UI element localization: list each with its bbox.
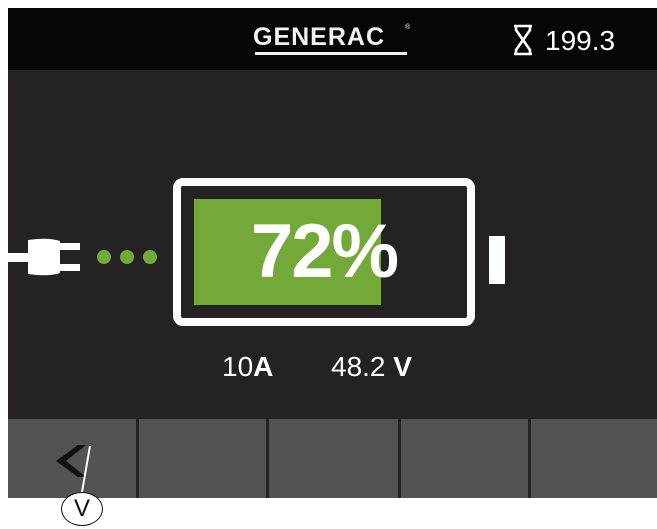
softkey-5[interactable] xyxy=(531,419,657,498)
voltage-unit: V xyxy=(393,351,412,382)
charge-dot xyxy=(143,250,157,264)
current-reading: 10A xyxy=(222,351,273,383)
voltage-value: 48.2 xyxy=(331,351,386,382)
display-screen: GENERAC ® 199.3 72% 10A 48.2 V xyxy=(8,8,657,498)
generac-logo: GENERAC ® xyxy=(253,21,413,59)
callout-label: V xyxy=(61,492,103,526)
current-unit: A xyxy=(253,351,274,382)
softkey-3[interactable] xyxy=(269,419,398,498)
runtime-value: 199.3 xyxy=(545,25,616,56)
battery-gauge: 72% xyxy=(173,178,475,326)
softkey-bar xyxy=(8,419,657,498)
softkey-4[interactable] xyxy=(401,419,528,498)
logo-underline xyxy=(255,52,407,55)
charge-dot xyxy=(120,250,134,264)
status-bar: GENERAC ® 199.3 xyxy=(8,8,657,70)
voltage-reading: 48.2 V xyxy=(331,351,412,383)
battery-percentage: 72% xyxy=(250,209,399,294)
charge-dot xyxy=(97,250,111,264)
current-value: 10 xyxy=(222,351,254,382)
softkey-2[interactable] xyxy=(139,419,266,498)
brand-name: GENERAC xyxy=(253,23,386,51)
hourglass-icon xyxy=(514,24,532,56)
battery-terminal xyxy=(489,236,505,284)
plug-icon xyxy=(8,238,157,276)
callout-leader-line xyxy=(81,446,91,492)
registered-mark: ® xyxy=(405,24,411,31)
back-button[interactable] xyxy=(8,419,136,498)
